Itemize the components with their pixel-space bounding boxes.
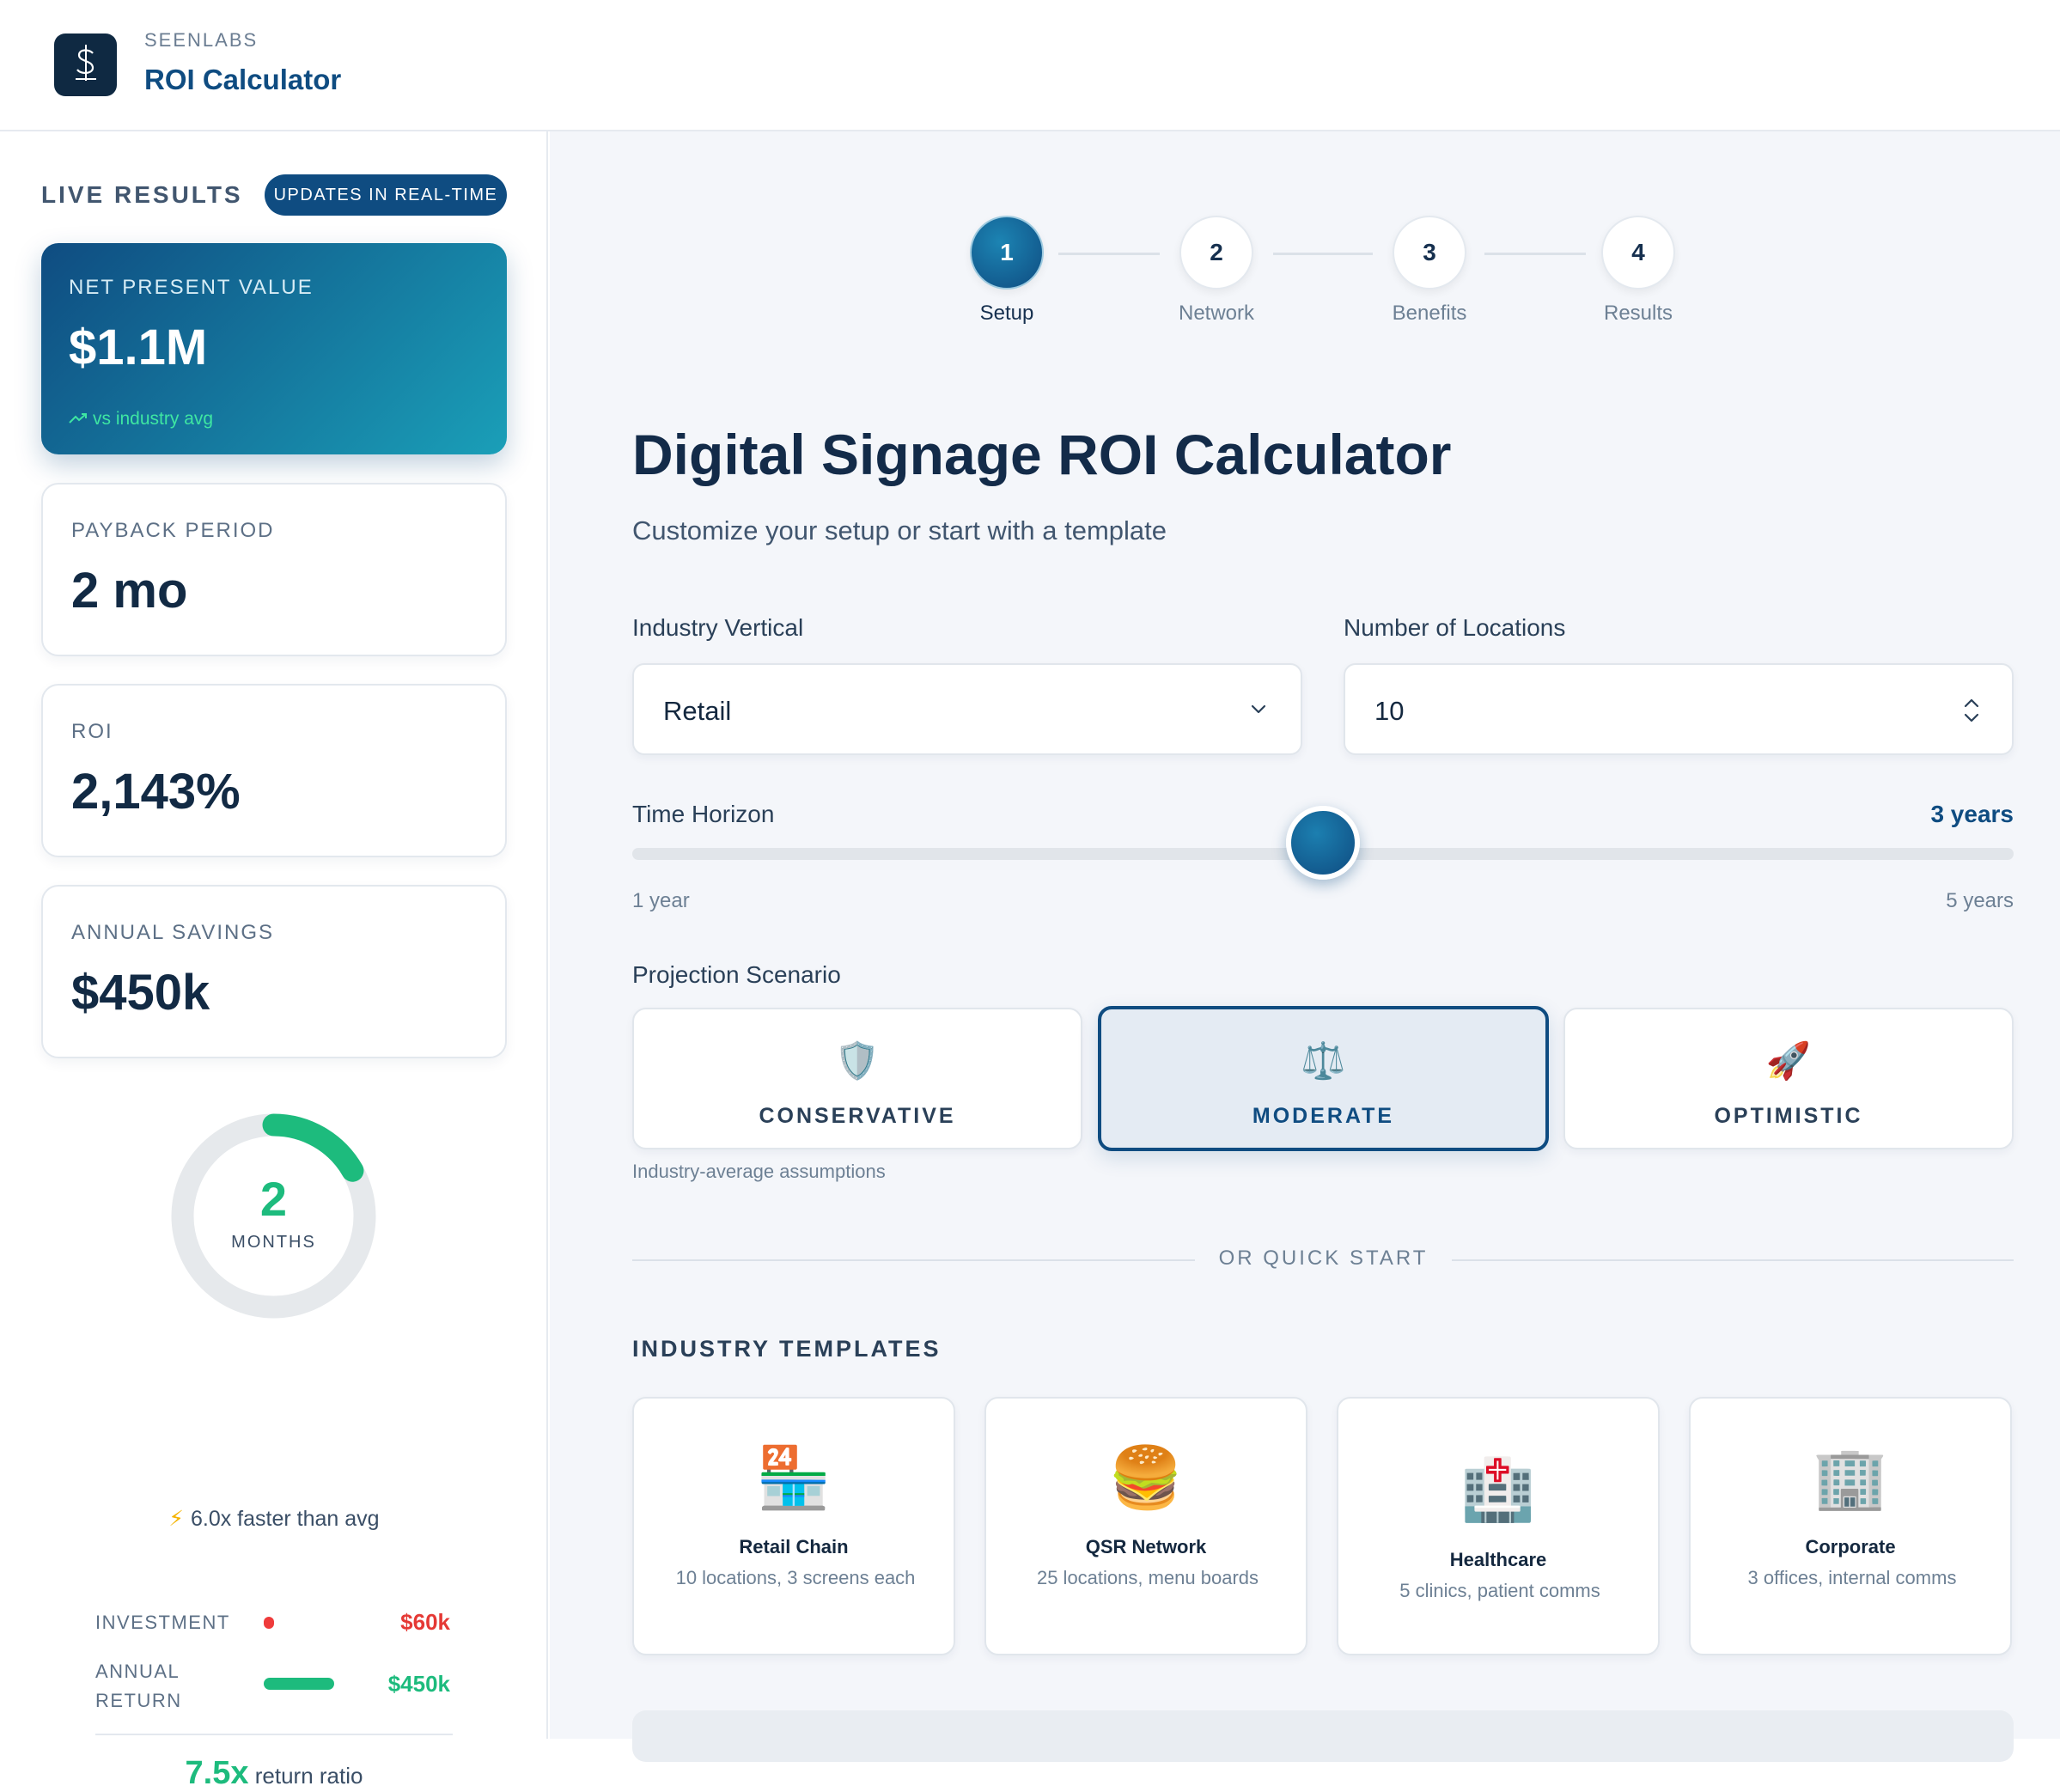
return-ratio-value: 7.5x	[185, 1755, 249, 1791]
npv-trend-text: vs industry avg	[93, 409, 214, 429]
templates-title: INDUSTRY TEMPLATES	[632, 1336, 942, 1362]
return-ratio: 7.5x return ratio	[0, 1755, 548, 1792]
brand-name: SEENLABS	[144, 29, 259, 51]
app-header: SEENLABS ROI Calculator	[0, 0, 2060, 131]
chevron-down-icon	[1249, 699, 1268, 722]
step-connector	[1273, 253, 1373, 255]
locations-input-value: 10	[1374, 696, 1405, 726]
annual-return-bar	[264, 1678, 334, 1690]
step-4-label: Results	[1603, 302, 1673, 325]
investment-label: INVESTMENT	[95, 1612, 230, 1633]
donut-value: 2	[259, 1172, 288, 1226]
projection-label: Projection Scenario	[632, 961, 841, 988]
industry-label: Industry Vertical	[632, 614, 804, 641]
donut-label: MONTHS	[231, 1233, 316, 1252]
annual-return-value: $450k	[387, 1671, 450, 1697]
template-desc: 25 locations, menu boards	[1036, 1567, 1259, 1588]
live-results-title: LIVE RESULTS	[41, 181, 243, 208]
template-healthcare[interactable]: 🏥 Healthcare 5 clinics, patient comms	[1337, 1397, 1660, 1655]
return-ratio-label: return ratio	[254, 1763, 363, 1789]
scenario-note: Industry-average assumptions	[632, 1161, 886, 1182]
faster-text: 6.0x faster than avg	[190, 1507, 380, 1531]
step-1-label: Setup	[979, 302, 1034, 325]
template-desc: 10 locations, 3 screens each	[675, 1567, 916, 1588]
payback-label: PAYBACK PERIOD	[71, 519, 275, 542]
time-horizon-thumb[interactable]	[1286, 806, 1360, 880]
divider	[632, 1259, 1195, 1261]
npv-label: NET PRESENT VALUE	[69, 276, 314, 299]
template-name: Healthcare	[1449, 1549, 1547, 1570]
page-subtitle: Customize your setup or start with a tem…	[632, 515, 1167, 546]
industry-select-value: Retail	[663, 696, 732, 726]
scenario-optimistic-label: OPTIMISTIC	[1714, 1104, 1863, 1128]
divider	[1452, 1259, 2014, 1261]
investment-value: $60k	[400, 1609, 450, 1635]
rocket-icon: 🚀	[1765, 1040, 1812, 1081]
template-name: Corporate	[1805, 1536, 1896, 1557]
template-desc: 5 clinics, patient comms	[1399, 1580, 1600, 1601]
dollar-sign-icon	[69, 41, 103, 88]
industry-select[interactable]: Retail	[632, 663, 1302, 755]
realtime-badge: UPDATES IN REAL-TIME	[265, 174, 507, 216]
step-2-label: Network	[1178, 302, 1255, 325]
time-horizon-max: 5 years	[1946, 889, 2014, 912]
office-building-icon: 🏢	[1813, 1444, 1888, 1511]
scenario-conservative[interactable]: 🛡️ CONSERVATIVE	[632, 1008, 1082, 1149]
template-name: Retail Chain	[739, 1536, 849, 1557]
step-connector	[1484, 253, 1586, 255]
npv-value: $1.1M	[69, 320, 208, 375]
roi-card: ROI 2,143%	[41, 684, 507, 857]
faster-than-avg: ⚡ 6.0x faster than avg	[0, 1506, 548, 1532]
calculator-main: 1 2 3 4 Setup Network Benefits Results D…	[550, 131, 2060, 1762]
burger-icon: 🍔	[1108, 1444, 1184, 1511]
quick-start-divider-label: OR QUICK START	[1218, 1246, 1429, 1270]
template-name: QSR Network	[1085, 1536, 1207, 1557]
scenario-conservative-label: CONSERVATIVE	[759, 1104, 956, 1128]
payback-value: 2 mo	[71, 563, 188, 619]
template-desc: 3 offices, internal comms	[1747, 1567, 1957, 1588]
time-horizon-min: 1 year	[632, 889, 690, 912]
stepper-arrows-icon[interactable]	[1960, 694, 1983, 731]
results-sidebar: LIVE RESULTS UPDATES IN REAL-TIME NET PR…	[0, 131, 548, 1791]
lightning-icon: ⚡	[168, 1507, 184, 1531]
scenario-optimistic[interactable]: 🚀 OPTIMISTIC	[1563, 1008, 2014, 1149]
convenience-store-icon: 🏪	[756, 1444, 832, 1511]
next-section-panel	[632, 1710, 2014, 1762]
scales-icon: ⚖️	[1301, 1040, 1346, 1081]
npv-card: NET PRESENT VALUE $1.1M vs industry avg	[41, 243, 507, 454]
step-2[interactable]: 2	[1179, 216, 1253, 290]
step-4[interactable]: 4	[1601, 216, 1675, 290]
savings-label: ANNUAL SAVINGS	[71, 921, 275, 944]
roi-value: 2,143%	[71, 764, 241, 820]
annual-return-label: ANNUAL RETURN	[95, 1661, 182, 1711]
template-qsr-network[interactable]: 🍔 QSR Network 25 locations, menu boards	[984, 1397, 1307, 1655]
step-3-label: Benefits	[1392, 302, 1467, 325]
logo[interactable]	[54, 34, 117, 96]
savings-value: $450k	[71, 965, 210, 1021]
trending-up-icon	[69, 409, 88, 430]
locations-label: Number of Locations	[1344, 614, 1566, 641]
npv-trend: vs industry avg	[69, 409, 213, 430]
divider	[95, 1734, 453, 1735]
locations-input[interactable]: 10	[1344, 663, 2014, 755]
scenario-moderate[interactable]: ⚖️ MODERATE	[1098, 1006, 1549, 1151]
scenario-moderate-label: MODERATE	[1252, 1104, 1395, 1128]
time-horizon-value: 3 years	[1930, 801, 2014, 827]
step-1[interactable]: 1	[970, 216, 1044, 290]
template-retail-chain[interactable]: 🏪 Retail Chain 10 locations, 3 screens e…	[632, 1397, 955, 1655]
app-title: ROI Calculator	[144, 64, 342, 95]
step-connector	[1058, 253, 1160, 255]
roi-label: ROI	[71, 720, 113, 743]
investment-bar	[264, 1617, 274, 1629]
step-3[interactable]: 3	[1393, 216, 1466, 290]
time-horizon-label: Time Horizon	[632, 801, 775, 827]
hospital-icon: 🏥	[1460, 1456, 1536, 1523]
template-corporate[interactable]: 🏢 Corporate 3 offices, internal comms	[1689, 1397, 2012, 1655]
payback-card: PAYBACK PERIOD 2 mo	[41, 483, 507, 656]
savings-card: ANNUAL SAVINGS $450k	[41, 885, 507, 1058]
page-title: Digital Signage ROI Calculator	[632, 423, 1452, 486]
shield-icon: 🛡️	[834, 1040, 881, 1081]
